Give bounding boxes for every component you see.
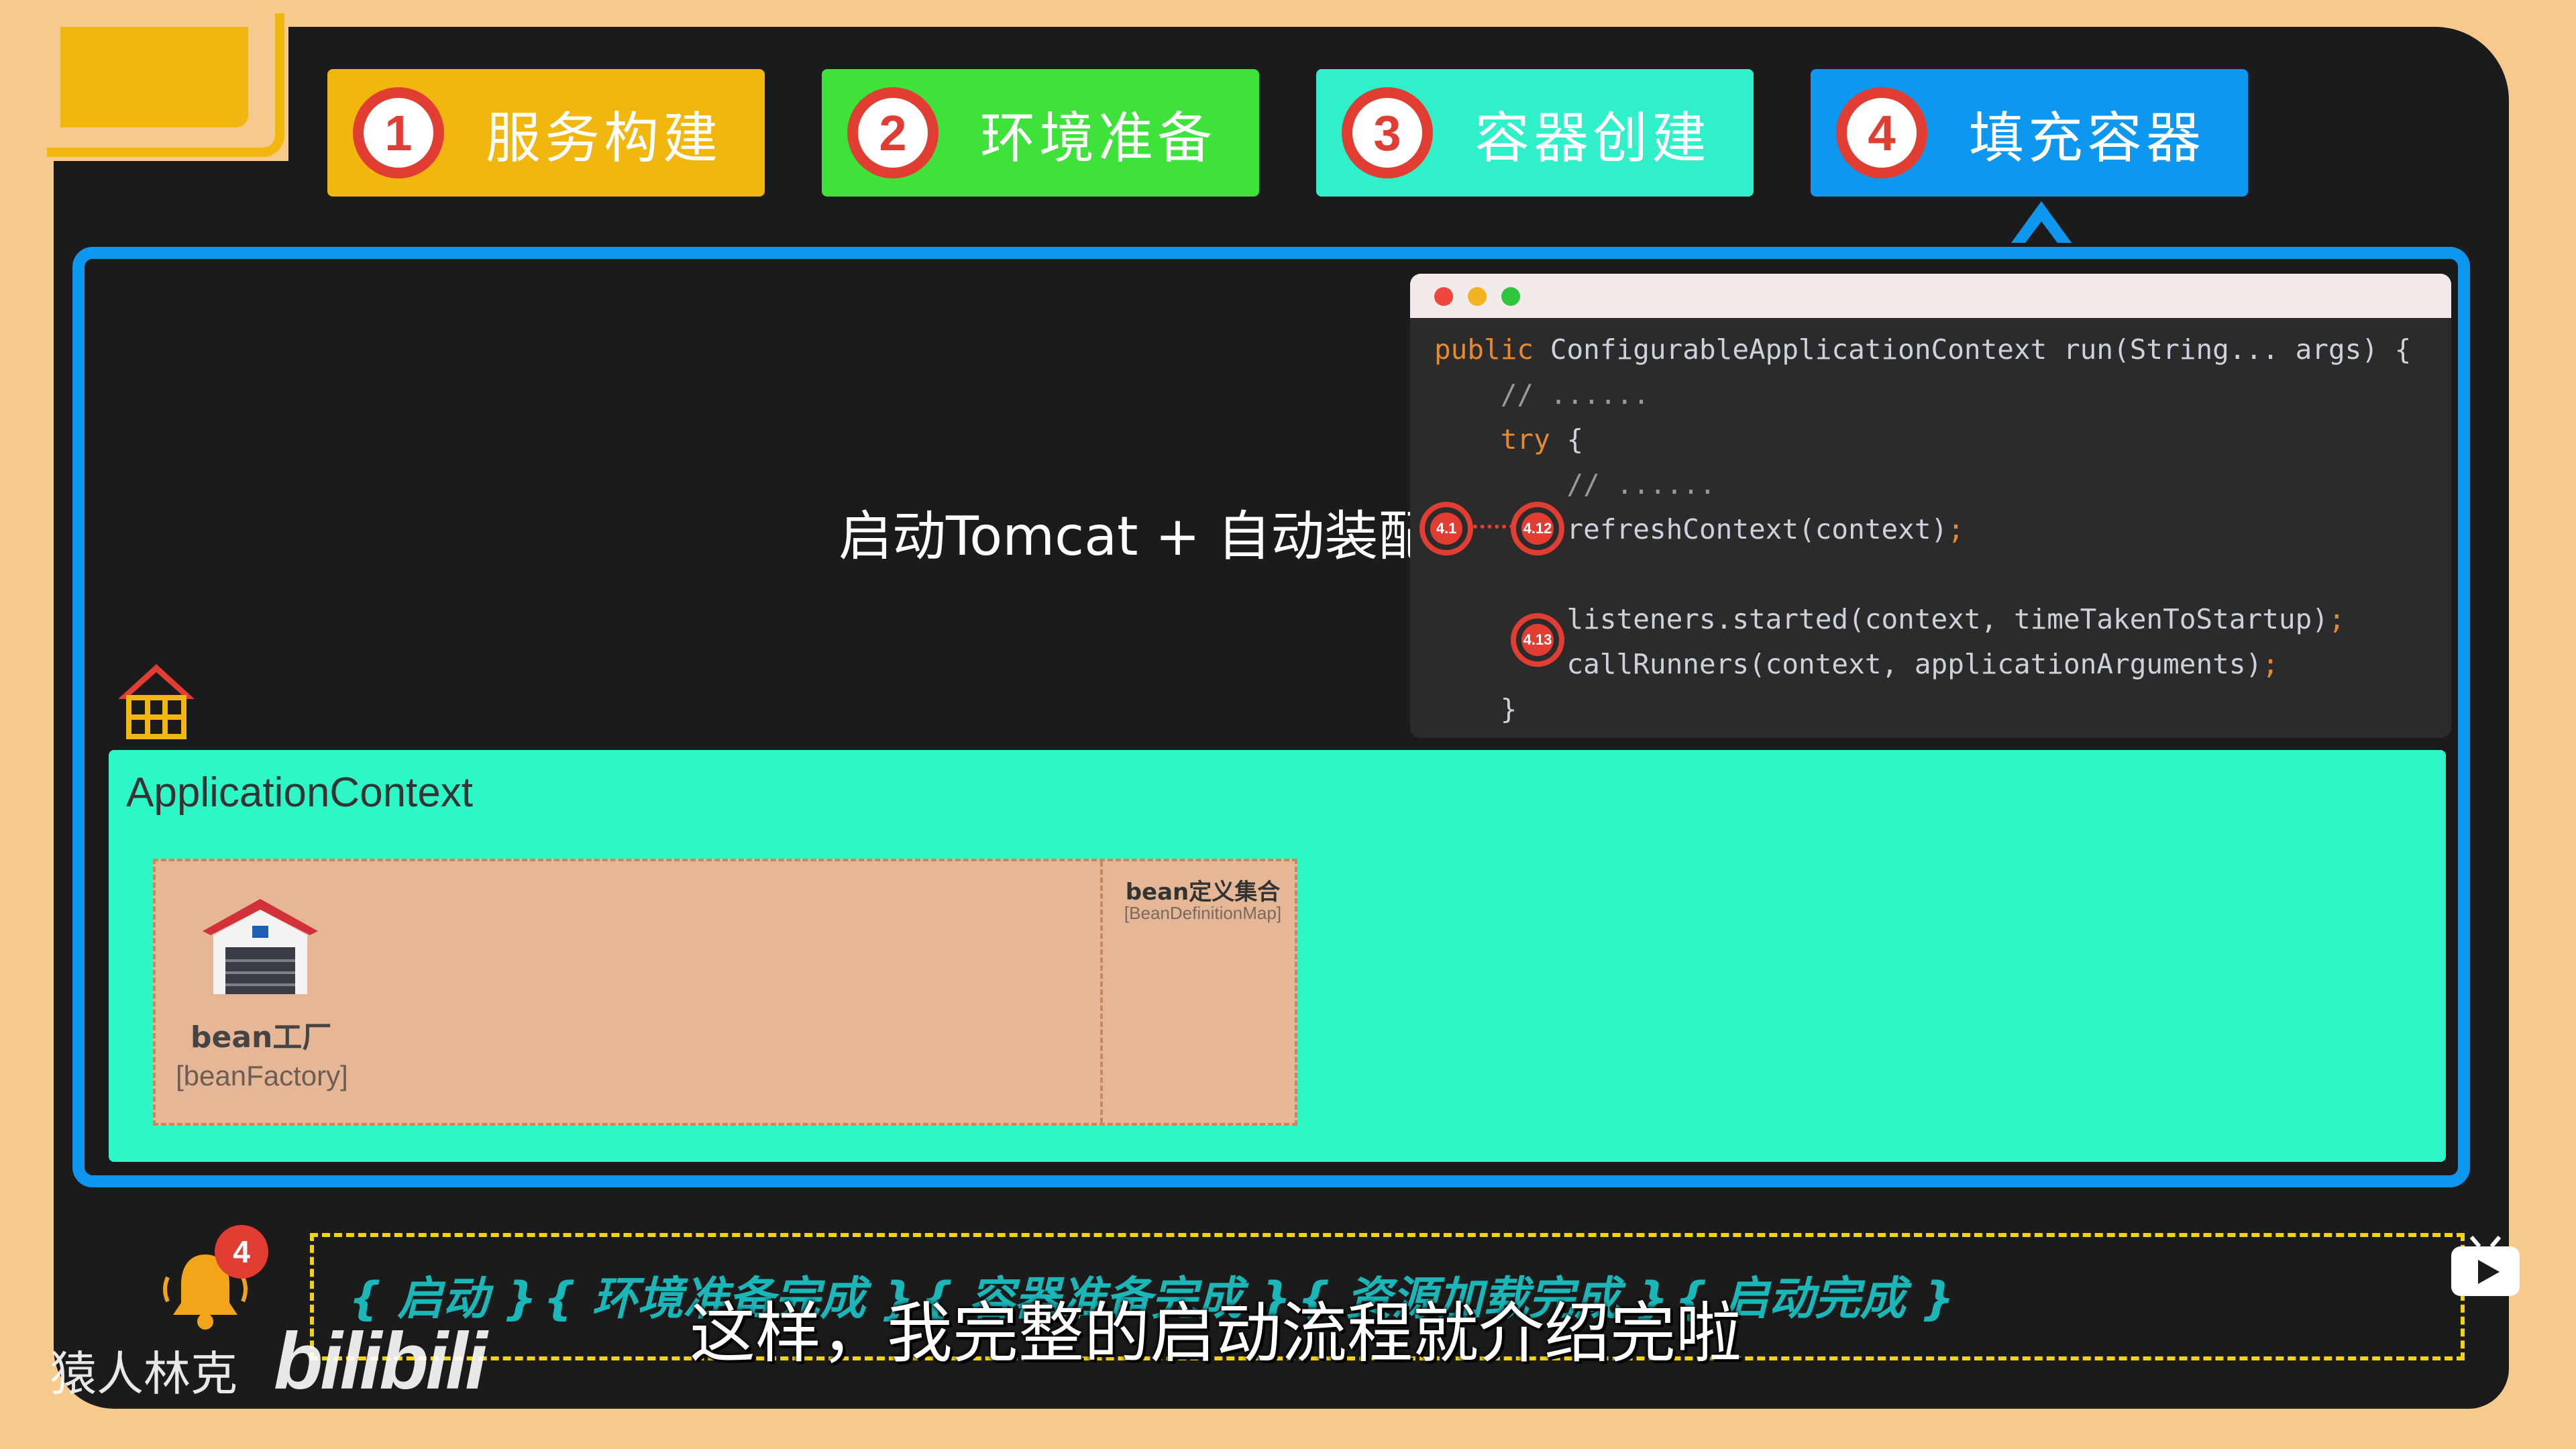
garage-icon <box>203 899 318 994</box>
notification-badge: 4 <box>215 1225 268 1279</box>
code-comment: // ...... <box>1434 468 1716 500</box>
section-headline: 启动Tomcat + 自动装配 <box>839 505 1432 568</box>
minimize-dot-icon[interactable] <box>1468 287 1487 306</box>
maximize-dot-icon[interactable] <box>1501 287 1520 306</box>
bean-factory-label: bean工厂 <box>191 1020 332 1055</box>
code-line: ConfigurableApplicationContext run(Strin… <box>1534 333 2412 366</box>
application-context-title: ApplicationContext <box>126 769 473 816</box>
step-marker-4-12: 4.12 <box>1511 502 1564 555</box>
bean-factory-sublabel: [beanFactory] <box>176 1060 348 1091</box>
tab-label-1: 服务构建 <box>486 106 722 170</box>
corner-decoration <box>0 0 288 161</box>
tab-step-2[interactable]: 2 环境准备 <box>822 69 1259 197</box>
tv-play-icon[interactable] <box>2449 1234 2522 1299</box>
code-line: { <box>1550 423 1584 455</box>
author-watermark: 猿人林克 <box>50 1346 237 1401</box>
bean-definition-map-label: bean定义集合 <box>1125 879 1281 906</box>
marker-link <box>1473 525 1513 529</box>
subtitle-caption: 这样，我完整的启动流程就介绍完啦 <box>690 1295 1742 1372</box>
tab-step-1[interactable]: 1 服务构建 <box>327 69 765 197</box>
step-number-3: 3 <box>1342 87 1433 178</box>
step-number-1: 1 <box>353 87 444 178</box>
bean-factory-box: bean工厂 [beanFactory] bean定义集合 [BeanDefin… <box>153 859 1297 1126</box>
tab-label-4: 填充容器 <box>1969 106 2206 170</box>
tab-label-2: 环境准备 <box>980 106 1217 170</box>
tab-label-3: 容器创建 <box>1474 106 1711 170</box>
close-dot-icon[interactable] <box>1434 287 1453 306</box>
house-icon <box>118 664 195 739</box>
step-number-4: 4 <box>1836 87 1927 178</box>
tab-step-4[interactable]: 4 填充容器 <box>1811 69 2248 197</box>
code-line: listeners.started(context, timeTakenToSt… <box>1434 603 2328 635</box>
code-line: } <box>1434 693 1517 725</box>
window-titlebar <box>1410 274 2451 318</box>
divider <box>1100 861 1103 1123</box>
step-marker-4-1: 4.1 <box>1419 502 1473 555</box>
bean-definition-map-sublabel: [BeanDefinitionMap] <box>1124 903 1282 923</box>
application-context: ApplicationContext bean工厂 [beanFactory] … <box>109 750 2446 1162</box>
code-block: public ConfigurableApplicationContext ru… <box>1434 333 2412 725</box>
bilibili-logo: bilibili <box>274 1316 488 1406</box>
step-number-2: 2 <box>847 87 938 178</box>
code-keyword: public <box>1434 333 1534 366</box>
tab-step-3[interactable]: 3 容器创建 <box>1316 69 1754 197</box>
code-keyword: try <box>1434 423 1550 455</box>
step-tabs: 1 服务构建 2 环境准备 3 容器创建 4 填充容器 <box>327 69 2248 197</box>
step-marker-4-13: 4.13 <box>1511 613 1564 667</box>
code-comment: // ...... <box>1434 378 1650 411</box>
code-window: public ConfigurableApplicationContext ru… <box>1410 274 2451 738</box>
